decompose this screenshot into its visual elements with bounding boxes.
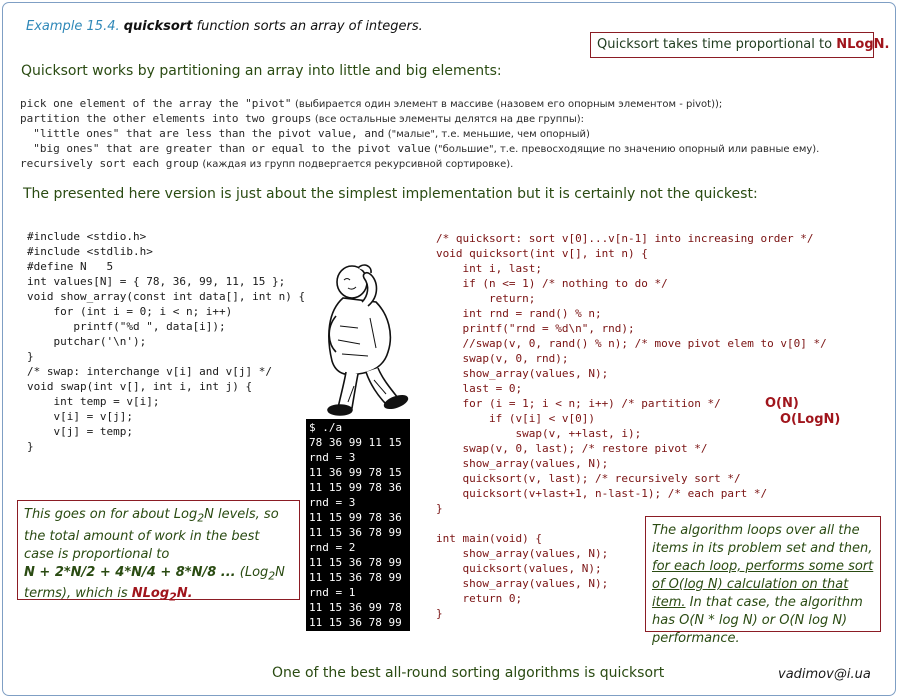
which-text: which is	[75, 586, 128, 602]
code-left: #include <stdio.h> #include <stdlib.h> #…	[27, 230, 306, 453]
explain-before: The algorithm loops over all the items i…	[652, 523, 873, 556]
step-note: (каждая из групп подвергается рекурсивно…	[202, 159, 514, 170]
presented-text: The presented here version is just about…	[23, 186, 758, 202]
step-note: ("большие", т.е. превосходящие по значен…	[434, 144, 820, 155]
work-series: N + 2*N/2 + 4*N/4 + 8*N/8 ...	[24, 564, 236, 580]
terms-a: (Log	[239, 564, 269, 580]
thinking-man-illustration	[318, 256, 413, 422]
callout-emphasis: NLogN.	[836, 37, 890, 52]
step-note: (все остальные элементы делятся на две г…	[314, 114, 585, 125]
terminal-output: $ ./a 78 36 99 11 15 rnd = 3 11 36 99 78…	[306, 419, 410, 644]
algorithm-step: partition the other elements into two gr…	[20, 112, 584, 125]
algorithm-step: "big ones" that are greater than or equa…	[20, 142, 819, 155]
levels-note-box: This goes on for about Log2N levels, so …	[17, 500, 300, 604]
step-note: ("малые", т.е. меньшие, чем опорный)	[387, 129, 590, 140]
intro-text: Quicksort works by partitioning an array…	[21, 63, 502, 79]
author-email: vadimov@i.ua	[778, 667, 871, 682]
step-code: recursively sort each group	[20, 157, 199, 170]
algorithm-step: recursively sort each group (каждая из г…	[20, 157, 513, 170]
title-keyword: quicksort	[123, 19, 193, 34]
step-code: pick one element of the array the "pivot…	[20, 97, 292, 110]
complexity-explanation-box: The algorithm loops over all the items i…	[645, 516, 881, 646]
complexity-callout: Quicksort takes time proportional to NLo…	[590, 32, 889, 58]
example-title: Example 15.4. quicksort function sorts a…	[26, 19, 423, 34]
result-a: NLog	[131, 586, 170, 602]
result-sub: 2	[169, 590, 177, 604]
algorithm-step: "little ones" that are less than the piv…	[20, 127, 590, 140]
result-b: N.	[176, 586, 193, 602]
complexity-loop-label: O(N)	[765, 396, 799, 411]
title-rest: function sorts an array of integers.	[196, 19, 423, 34]
example-number: Example 15.4.	[26, 19, 120, 34]
levels-text-a: This goes on for about Log	[24, 507, 198, 522]
complexity-levels-label: O(LogN)	[780, 412, 841, 427]
callout-text: Quicksort takes time proportional to	[597, 37, 833, 52]
step-code: "little ones" that are less than the piv…	[20, 127, 385, 140]
step-code: "big ones" that are greater than or equa…	[20, 142, 431, 155]
footer-caption: One of the best all-round sorting algori…	[272, 665, 665, 681]
algorithm-step: pick one element of the array the "pivot…	[20, 97, 722, 110]
step-code: partition the other elements into two gr…	[20, 112, 312, 125]
step-note: (выбирается один элемент в массиве (назо…	[295, 99, 723, 110]
